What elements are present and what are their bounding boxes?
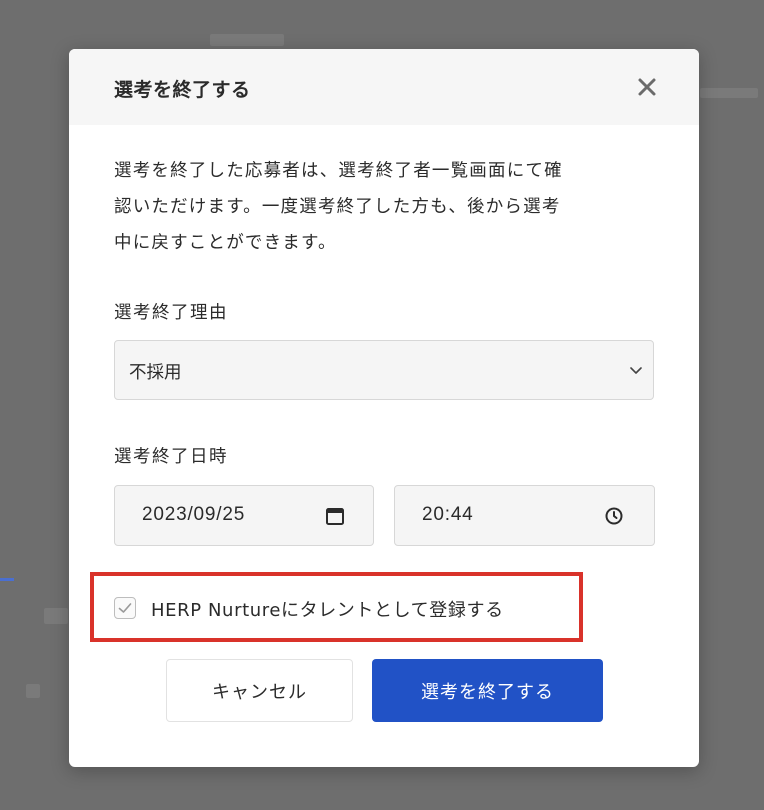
nurture-checkbox-label[interactable]: HERP Nurtureにタレントとして登録する	[151, 596, 504, 622]
description-line: 認いただけます。一度選考終了した方も、後から選考	[114, 197, 561, 217]
close-button[interactable]	[631, 71, 663, 103]
background-link-hint	[0, 578, 14, 581]
close-icon	[638, 78, 656, 96]
description-line: 選考を終了した応募者は、選考終了者一覧画面にて確	[114, 161, 563, 181]
dialog-description: 選考を終了した応募者は、選考終了者一覧画面にて確 認いただけます。一度選考終了し…	[114, 153, 659, 261]
reason-label: 選考終了理由	[114, 303, 228, 323]
background-icon-hint	[26, 684, 40, 698]
background-text-hint	[44, 608, 68, 624]
background-text-hint	[210, 34, 284, 46]
cancel-button[interactable]: キャンセル	[166, 659, 353, 722]
chevron-down-icon	[630, 367, 642, 374]
end-time-input[interactable]: 20:44	[394, 485, 655, 546]
description-line: 中に戻すことができます。	[114, 233, 337, 253]
background-text-hint	[700, 88, 758, 98]
datetime-label: 選考終了日時	[114, 447, 228, 467]
end-selection-dialog: 選考を終了する 選考を終了した応募者は、選考終了者一覧画面にて確 認いただけます…	[69, 49, 699, 767]
end-date-value: 2023/09/25	[142, 504, 246, 525]
end-time-value: 20:44	[422, 504, 474, 525]
reason-select[interactable]: 不採用	[114, 340, 654, 400]
dialog-header: 選考を終了する	[69, 49, 699, 125]
end-selection-button[interactable]: 選考を終了する	[372, 659, 603, 722]
dialog-title: 選考を終了する	[114, 79, 251, 101]
clock-icon[interactable]	[603, 505, 625, 527]
checkmark-icon	[118, 603, 132, 613]
reason-selected-value: 不採用	[129, 363, 182, 383]
nurture-checkbox[interactable]	[114, 597, 136, 619]
end-date-input[interactable]: 2023/09/25	[114, 485, 374, 546]
calendar-icon[interactable]	[324, 505, 346, 527]
